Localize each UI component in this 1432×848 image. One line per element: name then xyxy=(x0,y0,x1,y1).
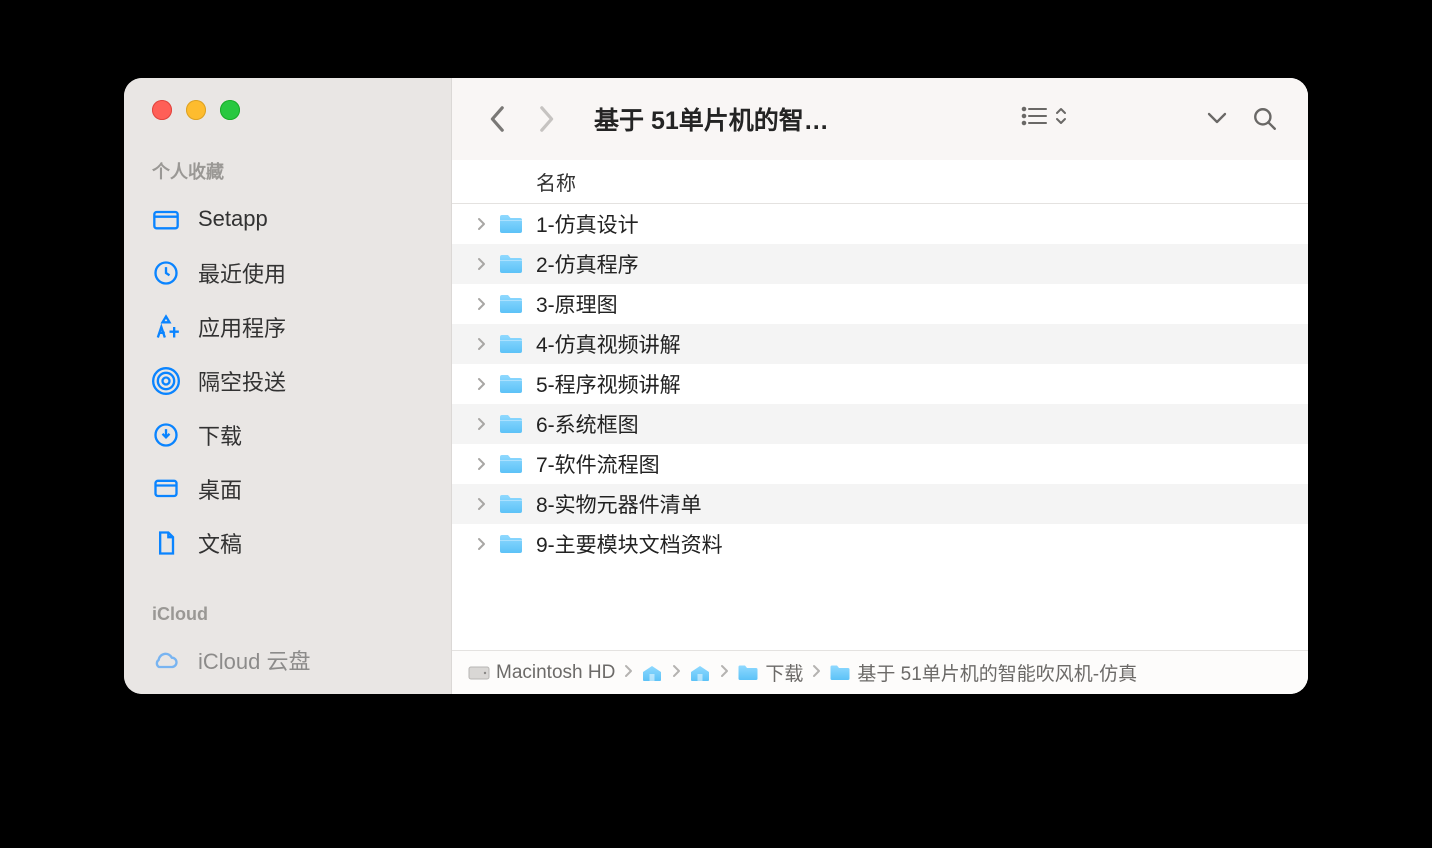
folder-icon xyxy=(498,253,524,275)
path-crumb[interactable] xyxy=(689,664,711,682)
file-name: 3-原理图 xyxy=(536,289,618,319)
sidebar-section-favorites: 个人收藏 xyxy=(124,154,451,192)
file-name: 1-仿真设计 xyxy=(536,209,639,239)
sidebar-item-label: 下载 xyxy=(198,419,242,451)
path-crumb[interactable]: 下载 xyxy=(737,659,803,686)
table-row[interactable]: 3-原理图 xyxy=(452,284,1308,324)
airdrop-icon xyxy=(152,367,180,395)
disclosure-triangle-icon[interactable] xyxy=(472,375,490,393)
disclosure-triangle-icon[interactable] xyxy=(472,415,490,433)
file-name: 5-程序视频讲解 xyxy=(536,369,681,399)
path-bar: Macintosh HD 下载 基于 51单片机的智能吹风机-仿真 xyxy=(452,650,1308,694)
sidebar-item-label: iCloud 云盘 xyxy=(198,644,310,676)
sidebar-item-applications[interactable]: 应用程序 xyxy=(124,300,451,354)
path-label: 下载 xyxy=(765,659,803,686)
file-name: 8-实物元器件清单 xyxy=(536,489,702,519)
close-window-button[interactable] xyxy=(152,100,172,120)
desktop-icon xyxy=(152,475,180,503)
home-icon xyxy=(641,664,663,682)
chevron-right-icon xyxy=(671,662,681,684)
file-name: 4-仿真视频讲解 xyxy=(536,329,681,359)
folder-icon xyxy=(498,333,524,355)
disclosure-triangle-icon[interactable] xyxy=(472,215,490,233)
sidebar-item-label: 最近使用 xyxy=(198,257,286,289)
zoom-window-button[interactable] xyxy=(220,100,240,120)
search-button[interactable] xyxy=(1244,98,1286,140)
file-name: 6-系统框图 xyxy=(536,409,639,439)
sidebar-item-label: Setapp xyxy=(198,206,268,232)
folder-icon xyxy=(498,373,524,395)
home-icon xyxy=(689,664,711,682)
disclosure-triangle-icon[interactable] xyxy=(472,535,490,553)
chevron-right-icon xyxy=(719,662,729,684)
sidebar-item-recents[interactable]: 最近使用 xyxy=(124,246,451,300)
hdd-icon xyxy=(468,664,490,682)
path-crumb[interactable] xyxy=(641,664,663,682)
folder-icon xyxy=(498,413,524,435)
sidebar-item-label: 文稿 xyxy=(198,527,242,559)
chevron-up-down-icon xyxy=(1054,105,1068,132)
table-row[interactable]: 4-仿真视频讲解 xyxy=(452,324,1308,364)
sidebar-item-downloads[interactable]: 下载 xyxy=(124,408,451,462)
download-icon xyxy=(152,421,180,449)
column-header[interactable]: 名称 xyxy=(452,160,1308,204)
table-row[interactable]: 1-仿真设计 xyxy=(452,204,1308,244)
chevron-right-icon xyxy=(811,662,821,684)
clock-icon xyxy=(152,259,180,287)
view-mode-select[interactable] xyxy=(1002,105,1086,132)
table-row[interactable]: 5-程序视频讲解 xyxy=(452,364,1308,404)
folder-icon xyxy=(498,533,524,555)
file-name: 9-主要模块文档资料 xyxy=(536,529,723,559)
sidebar-item-icloud-drive[interactable]: iCloud 云盘 xyxy=(124,633,451,687)
file-name: 7-软件流程图 xyxy=(536,449,660,479)
disclosure-triangle-icon[interactable] xyxy=(472,255,490,273)
toolbar: 基于 51单片机的智… xyxy=(452,78,1308,160)
finder-window: 个人收藏 Setapp 最近使用 应用程序 隔空投送 xyxy=(124,78,1308,694)
folder-icon xyxy=(498,293,524,315)
table-row[interactable]: 8-实物元器件清单 xyxy=(452,484,1308,524)
traffic-lights xyxy=(124,100,451,120)
window-title: 基于 51单片机的智… xyxy=(594,101,829,137)
folder-icon xyxy=(498,453,524,475)
table-row[interactable]: 2-仿真程序 xyxy=(452,244,1308,284)
more-button[interactable] xyxy=(1196,98,1238,140)
sidebar-item-airdrop[interactable]: 隔空投送 xyxy=(124,354,451,408)
folder-icon xyxy=(498,213,524,235)
apps-icon xyxy=(152,313,180,341)
sidebar: 个人收藏 Setapp 最近使用 应用程序 隔空投送 xyxy=(124,78,452,694)
sidebar-item-label: 隔空投送 xyxy=(198,365,286,397)
sidebar-section-icloud: iCloud xyxy=(124,600,451,633)
sidebar-item-documents[interactable]: 文稿 xyxy=(124,516,451,570)
sidebar-item-label: 桌面 xyxy=(198,473,242,505)
sidebar-item-setapp[interactable]: Setapp xyxy=(124,192,451,246)
disclosure-triangle-icon[interactable] xyxy=(472,495,490,513)
disclosure-triangle-icon[interactable] xyxy=(472,455,490,473)
back-button[interactable] xyxy=(474,95,522,143)
file-list: 1-仿真设计 2-仿真程序 3-原理图 4-仿真视频讲解 5-程序视频讲解 6-系统框图 7… xyxy=(452,204,1308,650)
minimize-window-button[interactable] xyxy=(186,100,206,120)
table-row[interactable]: 9-主要模块文档资料 xyxy=(452,524,1308,564)
path-crumb[interactable]: 基于 51单片机的智能吹风机-仿真 xyxy=(829,659,1137,686)
folder-icon xyxy=(498,493,524,515)
disclosure-triangle-icon[interactable] xyxy=(472,295,490,313)
path-crumb[interactable]: Macintosh HD xyxy=(468,662,615,684)
file-name: 2-仿真程序 xyxy=(536,249,639,279)
path-label: 基于 51单片机的智能吹风机-仿真 xyxy=(857,659,1137,686)
table-row[interactable]: 6-系统框图 xyxy=(452,404,1308,444)
folder-icon xyxy=(737,664,759,682)
sidebar-item-desktop[interactable]: 桌面 xyxy=(124,462,451,516)
list-view-icon xyxy=(1020,105,1048,132)
forward-button[interactable] xyxy=(522,95,570,143)
disclosure-triangle-icon[interactable] xyxy=(472,335,490,353)
main-area: 基于 51单片机的智… 名称 1-仿真设计2-仿真程序3- xyxy=(452,78,1308,694)
folder-icon xyxy=(829,664,851,682)
sidebar-item-label: 应用程序 xyxy=(198,311,286,343)
chevron-right-icon xyxy=(623,662,633,684)
folder-icon xyxy=(152,205,180,233)
column-name-label: 名称 xyxy=(536,167,576,196)
cloud-icon xyxy=(152,646,180,674)
table-row[interactable]: 7-软件流程图 xyxy=(452,444,1308,484)
path-label: Macintosh HD xyxy=(496,662,615,684)
doc-icon xyxy=(152,529,180,557)
